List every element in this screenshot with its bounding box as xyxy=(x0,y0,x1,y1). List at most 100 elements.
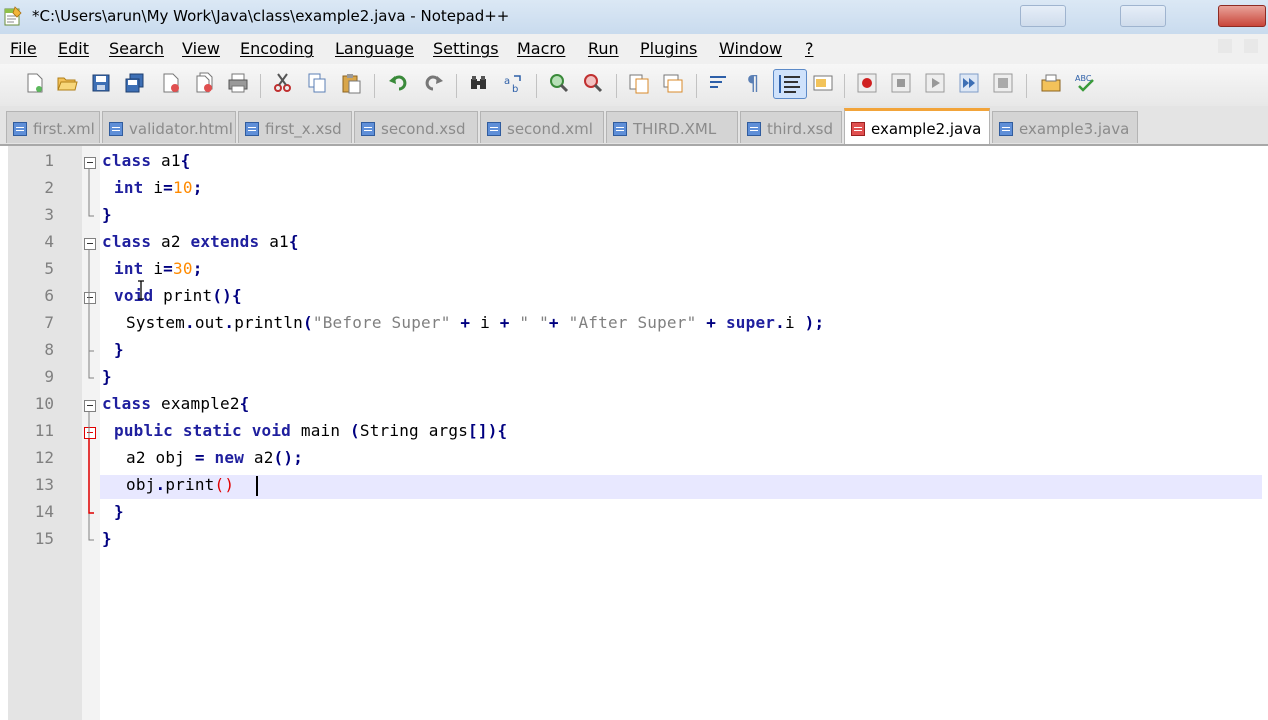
line-code: class example2{ xyxy=(102,394,250,413)
tab-example2-java[interactable]: example2.java xyxy=(844,108,990,144)
close-window-button[interactable] xyxy=(1218,5,1266,27)
line-number: 6 xyxy=(44,286,54,305)
tab-validator-html[interactable]: validator.html xyxy=(102,111,236,143)
line-code: class a2 extends a1{ xyxy=(102,232,299,251)
menu-help[interactable]: ? xyxy=(805,39,814,58)
tab-third-xml[interactable]: THIRD.XML xyxy=(606,111,738,143)
line-code: } xyxy=(102,529,112,548)
indent-guide-icon[interactable] xyxy=(773,69,807,99)
file-icon xyxy=(613,122,627,136)
toolbar-separator xyxy=(696,74,697,98)
zoom-out-icon[interactable] xyxy=(582,72,604,94)
code-line: 4 class a2 extends a1{ xyxy=(0,229,1268,256)
line-number: 10 xyxy=(34,394,54,413)
code-line: 2 int i=10; xyxy=(0,175,1268,202)
zoom-in-icon[interactable] xyxy=(548,72,570,94)
svg-text:b: b xyxy=(512,84,518,94)
tab-bar: first.xml validator.html first_x.xsd sec… xyxy=(0,106,1268,146)
file-icon xyxy=(109,122,123,136)
line-number: 7 xyxy=(44,313,54,332)
show-all-chars-icon[interactable]: ¶ xyxy=(742,72,764,94)
tab-second-xsd[interactable]: second.xsd xyxy=(354,111,478,143)
undo-icon[interactable] xyxy=(388,72,410,94)
line-number: 4 xyxy=(44,232,54,251)
code-line: 14 } xyxy=(0,499,1268,526)
menu-window[interactable]: Window xyxy=(719,39,782,58)
mouse-cursor-icon xyxy=(138,280,144,300)
record-macro-icon[interactable] xyxy=(856,72,878,94)
line-code: obj.print() xyxy=(126,475,235,494)
tab-third-xsd[interactable]: third.xsd xyxy=(740,111,842,143)
new-file-icon[interactable] xyxy=(24,72,46,94)
line-code: } xyxy=(102,205,112,224)
close-icon[interactable] xyxy=(160,72,182,94)
menu-file[interactable]: File xyxy=(10,39,37,58)
file-icon xyxy=(245,122,259,136)
menu-view[interactable]: View xyxy=(182,39,220,58)
code-line: 3 } xyxy=(0,202,1268,229)
menu-language[interactable]: Language xyxy=(335,39,414,58)
menu-plugins[interactable]: Plugins xyxy=(640,39,697,58)
close-all-icon[interactable] xyxy=(194,72,216,94)
tab-first-xml[interactable]: first.xml xyxy=(6,111,100,143)
redo-icon[interactable] xyxy=(422,72,444,94)
restore-doc-button[interactable] xyxy=(1218,39,1232,53)
print-icon[interactable] xyxy=(227,72,249,94)
sync-vertical-icon[interactable] xyxy=(628,72,650,94)
maximize-button[interactable] xyxy=(1120,5,1166,27)
line-number: 9 xyxy=(44,367,54,386)
menu-macro[interactable]: Macro xyxy=(517,39,565,58)
run-multiple-macro-icon[interactable] xyxy=(958,72,980,94)
cut-icon[interactable] xyxy=(272,72,294,94)
tab-label: second.xsd xyxy=(381,120,466,138)
sync-horizontal-icon[interactable] xyxy=(662,72,684,94)
line-code: int i=30; xyxy=(114,259,203,278)
minimize-button[interactable] xyxy=(1020,5,1066,27)
code-editor[interactable]: 1 class a1{ 2 int i=10; 3 } 4 class a2 e… xyxy=(0,146,1268,720)
menu-encoding[interactable]: Encoding xyxy=(240,39,314,58)
close-doc-button[interactable] xyxy=(1244,39,1258,53)
file-icon xyxy=(999,122,1013,136)
spellcheck-icon[interactable]: ABC xyxy=(1074,72,1096,94)
line-code: public static void main (String args[]){ xyxy=(114,421,508,440)
menu-search[interactable]: Search xyxy=(109,39,164,58)
menu-settings[interactable]: Settings xyxy=(433,39,499,58)
code-line: 6 void print(){ xyxy=(0,283,1268,310)
tab-label: example2.java xyxy=(871,120,982,138)
stop-record-icon[interactable] xyxy=(890,72,912,94)
save-macro-icon[interactable] xyxy=(992,72,1014,94)
line-code: a2 obj = new a2(); xyxy=(126,448,304,467)
tab-label: first.xml xyxy=(33,120,95,138)
save-icon[interactable] xyxy=(90,72,112,94)
line-number: 12 xyxy=(34,448,54,467)
copy-icon[interactable] xyxy=(306,72,328,94)
toolbar-separator xyxy=(616,74,617,98)
paste-icon[interactable] xyxy=(340,72,362,94)
code-line: 11 public static void main (String args[… xyxy=(0,418,1268,445)
line-code: void print(){ xyxy=(114,286,242,305)
text-cursor xyxy=(256,476,258,496)
play-macro-icon[interactable] xyxy=(924,72,946,94)
user-lang-icon[interactable] xyxy=(812,72,834,94)
toolbar-separator xyxy=(1026,74,1027,98)
line-number: 8 xyxy=(44,340,54,359)
tab-first-x-xsd[interactable]: first_x.xsd xyxy=(238,111,352,143)
tab-second-xml[interactable]: second.xml xyxy=(480,111,604,143)
tab-example3-java[interactable]: example3.java xyxy=(992,111,1138,143)
file-icon xyxy=(487,122,501,136)
save-all-icon[interactable] xyxy=(124,72,146,94)
line-number: 5 xyxy=(44,259,54,278)
notepad-app-icon[interactable] xyxy=(3,5,23,27)
word-wrap-icon[interactable] xyxy=(708,72,730,94)
line-number: 11 xyxy=(34,421,54,440)
save-session-icon[interactable] xyxy=(1040,72,1062,94)
code-line: 15 } xyxy=(0,526,1268,553)
toolbar-separator xyxy=(536,74,537,98)
tab-label: example3.java xyxy=(1019,120,1130,138)
find-icon[interactable] xyxy=(468,72,490,94)
menu-edit[interactable]: Edit xyxy=(58,39,89,58)
replace-icon[interactable]: ab xyxy=(502,72,524,94)
menu-run[interactable]: Run xyxy=(588,39,619,58)
open-file-icon[interactable] xyxy=(56,72,78,94)
code-line: 1 class a1{ xyxy=(0,148,1268,175)
